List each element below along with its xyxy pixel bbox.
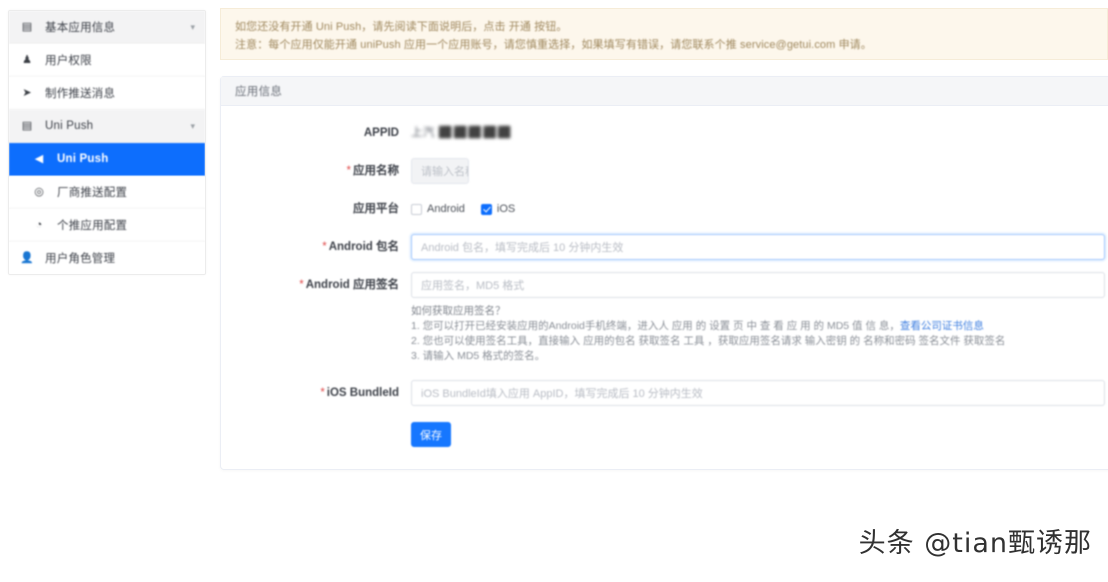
help-line-2: 2. 您也可以使用签名工具，直接输入 应用的包名 获取签名 工具 ，获取应用签名… <box>411 335 1006 347</box>
sidebar-item-label: 用户角色管理 <box>45 253 116 265</box>
sidebar-item-vendor-config[interactable]: ◎ 厂商推送配置 <box>9 176 205 209</box>
sidebar-item-label: 个推应用配置 <box>57 220 128 232</box>
checkbox-label: Android <box>427 203 465 215</box>
save-button[interactable]: 保存 <box>411 422 451 447</box>
grid-icon: ▤ <box>21 119 33 132</box>
sidebar-group-unipush[interactable]: ▤ Uni Push ▾ <box>9 110 205 143</box>
send-icon: ➤ <box>22 86 32 99</box>
sidebar-item-label: Uni Push <box>45 120 94 132</box>
chevron-down-icon: ▾ <box>190 21 195 32</box>
platform-label: 应用平台 <box>353 203 399 215</box>
sidebar-item-getui-config[interactable]: ◔ 个推应用配置 <box>9 209 205 242</box>
page-root: ▤ 基本应用信息 ▾ ♟ 用户权限 ➤ 制作推送消息 ▤ Uni Push ▾ … <box>0 0 1108 582</box>
checkbox-box-icon <box>411 203 422 215</box>
form-row-app-name: *应用名称 请输入名称 <box>221 158 1108 184</box>
sidebar: ▤ 基本应用信息 ▾ ♟ 用户权限 ➤ 制作推送消息 ▤ Uni Push ▾ … <box>8 10 206 275</box>
chevron-down-icon: ▾ <box>190 120 195 131</box>
app-name-label: * 应用名称 <box>346 165 399 177</box>
checkbox-ios[interactable]: iOS <box>480 203 516 215</box>
checkbox-checked-icon <box>480 203 492 215</box>
sidebar-item-label: 用户权限 <box>45 55 92 67</box>
required-mark: * <box>322 241 327 253</box>
form-row-ios-bundle: * iOS BundleId iOS BundleId填入应用 AppID，填写完… <box>221 380 1108 406</box>
notice-line-1: 如您还没有开通 Uni Push，请先阅读下面说明后，点击 开通 按钮。 <box>235 21 568 33</box>
app-info-card: 应用信息 APPID 上汽 ⬛⬛⬛⬛⬛ *应用名称 请输入名称 应用平台 <box>220 76 1108 470</box>
watermark: 头条 @tian甄诱那 <box>858 528 1092 559</box>
required-mark: * <box>320 387 325 399</box>
signature-help-block: 如何获取应用签名？ 1. 您可以打开已经安装应用的Android手机终端，进入人… <box>411 304 1108 364</box>
appid-label: APPID <box>363 127 399 139</box>
ios-bundle-input[interactable]: iOS BundleId填入应用 AppID，填写完成后 10 分钟内生效 <box>411 380 1105 406</box>
page-title: 应用信息 <box>235 86 283 98</box>
form-row-platform: 应用平台 Android iOS <box>221 196 1108 222</box>
form-actions: 保存 <box>221 422 1108 447</box>
appid-value: 上汽 ⬛⬛⬛⬛⬛ <box>411 127 512 139</box>
notice-line-2: 注意：每个应用仅能开通 uniPush 应用一个应用账号，请您慎重选择，如果填写… <box>235 39 872 51</box>
form-row-appid: APPID 上汽 ⬛⬛⬛⬛⬛ <box>221 120 1108 146</box>
form-row-android-package: * Android 包名 Android 包名，填写完成后 10 分钟内生效 <box>221 234 1108 260</box>
sidebar-item-user-permission[interactable]: ♟ 用户权限 <box>9 44 205 77</box>
checkbox-android[interactable]: Android <box>411 203 465 215</box>
android-package-input[interactable]: Android 包名，填写完成后 10 分钟内生效 <box>411 234 1105 260</box>
sidebar-item-unipush-active[interactable]: ◀ Uni Push <box>9 143 205 176</box>
megaphone-icon: ◀ <box>34 152 44 165</box>
android-package-label: * Android 包名 <box>322 241 399 253</box>
user-icon: 👤 <box>20 251 34 264</box>
sidebar-item-basic-info[interactable]: ▤ 基本应用信息 ▾ <box>9 11 205 44</box>
android-signature-label: * Android 应用签名 <box>299 279 399 291</box>
form-row-android-signature: * Android 应用签名 应用签名，MD5 格式 <box>221 272 1108 298</box>
platform-checkbox-group: Android iOS <box>411 196 1108 222</box>
sidebar-item-label: 制作推送消息 <box>45 88 116 100</box>
app-name-input[interactable]: 请输入名称 <box>411 158 469 184</box>
sidebar-item-label: Uni Push <box>57 153 109 165</box>
required-mark: * <box>299 279 304 291</box>
help-line-3: 3. 请输入 MD5 格式的签名。 <box>411 350 546 362</box>
checkbox-label: iOS <box>496 203 516 215</box>
bell-icon: ♟ <box>22 53 32 66</box>
sidebar-item-role-management[interactable]: 👤 用户角色管理 <box>9 242 205 274</box>
grid-icon: ▤ <box>21 20 33 33</box>
ios-bundle-label: * iOS BundleId <box>320 387 399 399</box>
sidebar-item-label: 基本应用信息 <box>45 22 116 34</box>
circle-icon: ◎ <box>34 185 44 198</box>
sidebar-item-label: 厂商推送配置 <box>57 187 128 199</box>
android-signature-input[interactable]: 应用签名，MD5 格式 <box>411 272 1105 298</box>
sidebar-item-create-push[interactable]: ➤ 制作推送消息 <box>9 77 205 110</box>
form-row-helper: 如何获取应用签名？ 1. 您可以打开已经安装应用的Android手机终端，进入人… <box>221 302 1108 364</box>
required-mark: * <box>346 165 351 177</box>
notice-banner: 如您还没有开通 Uni Push，请先阅读下面说明后，点击 开通 按钮。 注意：… <box>220 8 1108 60</box>
help-link[interactable]: 查看公司证书信息 <box>900 320 984 332</box>
help-question: 如何获取应用签名？ <box>411 305 506 317</box>
card-header: 应用信息 <box>221 77 1108 106</box>
help-line-1: 1. 您可以打开已经安装应用的Android手机终端，进入人 应用 的 设置 页… <box>411 320 984 332</box>
clock-icon: ◔ <box>35 218 43 231</box>
app-info-form: APPID 上汽 ⬛⬛⬛⬛⬛ *应用名称 请输入名称 应用平台 <box>221 106 1108 469</box>
